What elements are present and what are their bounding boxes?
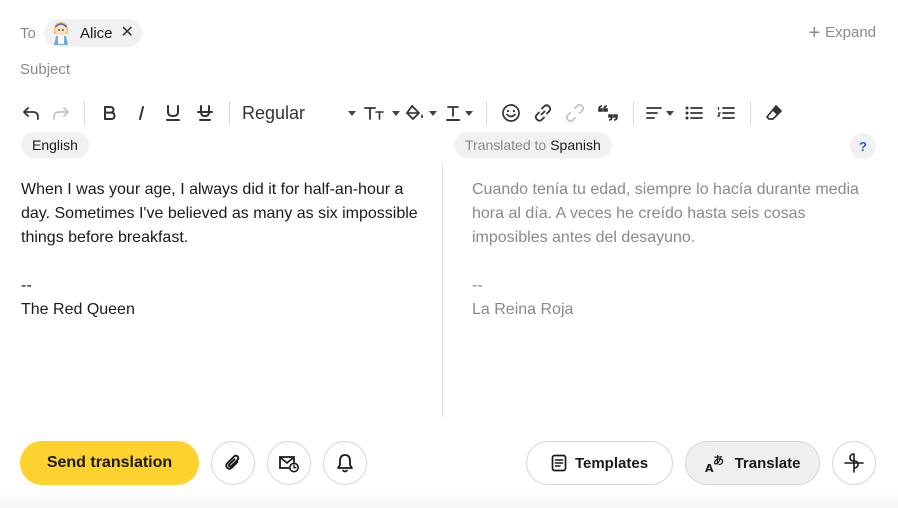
redo-icon[interactable]	[46, 98, 76, 128]
recipient-name: Alice	[80, 24, 113, 42]
align-icon[interactable]	[642, 98, 678, 128]
undo-icon[interactable]	[16, 98, 46, 128]
chevron-down-icon	[429, 110, 437, 116]
recipient-avatar	[50, 20, 72, 46]
recipient-chip[interactable]: Alice ✕	[44, 19, 142, 47]
bold-icon[interactable]	[93, 98, 125, 128]
fill-color-icon[interactable]	[402, 98, 440, 128]
formatting-toolbar: Regular	[16, 98, 806, 128]
reminder-button[interactable]	[323, 441, 367, 485]
help-button[interactable]: ?	[850, 133, 876, 159]
expand-label: Expand	[825, 24, 876, 41]
text-color-icon[interactable]	[440, 98, 478, 128]
attach-button[interactable]	[211, 441, 255, 485]
font-style-select[interactable]: Regular	[238, 98, 356, 128]
signature-button[interactable]	[832, 441, 876, 485]
translated-text: Cuando tenía tu edad, siempre lo hacía d…	[472, 181, 859, 318]
translate-button[interactable]: Aあ Translate	[685, 441, 820, 485]
translate-icon: Aあ	[705, 454, 724, 473]
remove-recipient-icon[interactable]: ✕	[121, 25, 134, 41]
translated-to-label: Translated to	[465, 137, 547, 153]
unlink-icon[interactable]	[559, 98, 591, 128]
target-language-name: Spanish	[550, 137, 601, 153]
source-text-editor[interactable]: When I was your age, I always did it for…	[21, 178, 421, 322]
bulleted-list-icon[interactable]	[678, 98, 710, 128]
bottom-shadow	[0, 492, 898, 508]
translate-label: Translate	[734, 454, 801, 472]
numbered-list-icon[interactable]	[710, 98, 742, 128]
strikethrough-icon[interactable]	[189, 98, 221, 128]
svg-text:あ: あ	[713, 454, 724, 467]
pane-divider	[442, 163, 443, 417]
toolbar-divider	[633, 101, 634, 125]
toolbar-divider	[750, 101, 751, 125]
toolbar-divider	[84, 101, 85, 125]
chevron-down-icon	[465, 110, 473, 116]
font-style-value: Regular	[242, 102, 306, 123]
templates-button[interactable]: Templates	[526, 441, 673, 485]
link-icon[interactable]	[527, 98, 559, 128]
expand-button[interactable]: + Expand	[808, 21, 876, 44]
emoji-icon[interactable]	[495, 98, 527, 128]
chevron-down-icon	[392, 110, 400, 116]
clear-formatting-icon[interactable]	[759, 98, 789, 128]
text-size-icon[interactable]	[362, 98, 402, 128]
underline-icon[interactable]	[157, 98, 189, 128]
schedule-send-button[interactable]	[267, 441, 311, 485]
italic-icon[interactable]	[125, 98, 157, 128]
document-icon	[551, 454, 567, 472]
toolbar-divider	[229, 101, 230, 125]
toolbar-divider	[486, 101, 487, 125]
subject-field[interactable]: Subject	[20, 61, 70, 78]
signature-icon	[844, 453, 864, 473]
chevron-down-icon	[348, 110, 356, 116]
templates-label: Templates	[574, 454, 649, 472]
paperclip-icon	[225, 454, 240, 470]
target-language-tag[interactable]: Translated to Spanish	[454, 132, 612, 158]
source-language-tag: English	[21, 132, 89, 158]
send-translation-button[interactable]: Send translation	[20, 441, 199, 485]
quote-icon[interactable]	[591, 98, 625, 128]
to-label: To	[20, 25, 36, 42]
bell-icon	[337, 454, 353, 473]
scheduled-mail-icon	[279, 456, 299, 473]
chevron-down-icon	[666, 110, 674, 116]
plus-icon: +	[808, 21, 821, 44]
